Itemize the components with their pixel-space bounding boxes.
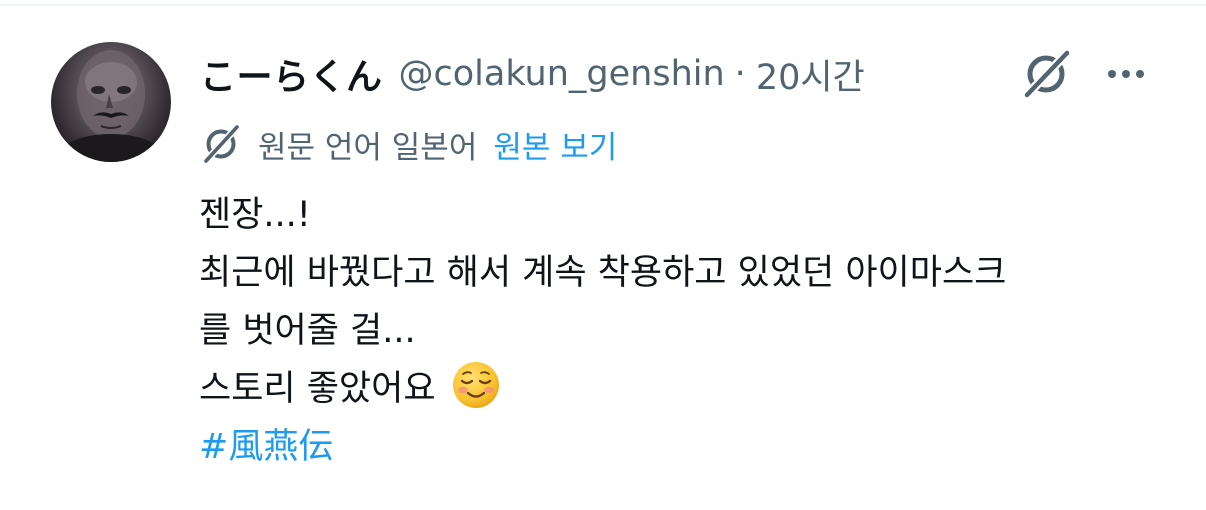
view-original-link[interactable]: 원본 보기: [493, 122, 617, 167]
author-handle[interactable]: @colakun_genshin: [399, 54, 725, 94]
tweet-header: こーらくん @colakun_genshin · 20시간: [200, 46, 865, 102]
more-icon-dot: [1136, 70, 1144, 78]
avatar[interactable]: [51, 42, 171, 162]
tweet-timestamp[interactable]: 20시간: [756, 49, 865, 100]
hashtag-link[interactable]: #風燕伝: [199, 418, 1179, 476]
tweet-text-line: 최근에 바꿨다고 해서 계속 착용하고 있었던 아이마스크: [199, 253, 1007, 293]
top-divider: [0, 4, 1206, 6]
tweet-text: 젠장...! 최근에 바꿨다고 해서 계속 착용하고 있었던 아이마스크 를 벗…: [199, 186, 1179, 476]
translate-icon[interactable]: [1017, 45, 1075, 103]
translation-notice: 원문 언어 일본어 원본 보기: [198, 120, 617, 168]
author-display-name[interactable]: こーらくん: [200, 48, 383, 100]
translated-from-label: 원문 언어 일본어: [258, 129, 478, 166]
more-icon-dot: [1108, 70, 1116, 78]
tweet-text-segment: 스토리 좋았어요: [199, 369, 436, 409]
more-icon-dot: [1122, 70, 1130, 78]
tweet-text-line: 를 벗어줄 걸...: [199, 311, 416, 351]
more-button[interactable]: [1100, 52, 1152, 96]
avatar-image: [61, 50, 161, 162]
tweet-text-line-with-emoji: 스토리 좋았어요: [199, 360, 1179, 418]
smiling-face-emoji: [452, 362, 499, 408]
translate-small-icon: [202, 123, 241, 165]
tweet-text-line: 젠장...!: [199, 195, 311, 235]
header-separator: ·: [734, 54, 746, 94]
